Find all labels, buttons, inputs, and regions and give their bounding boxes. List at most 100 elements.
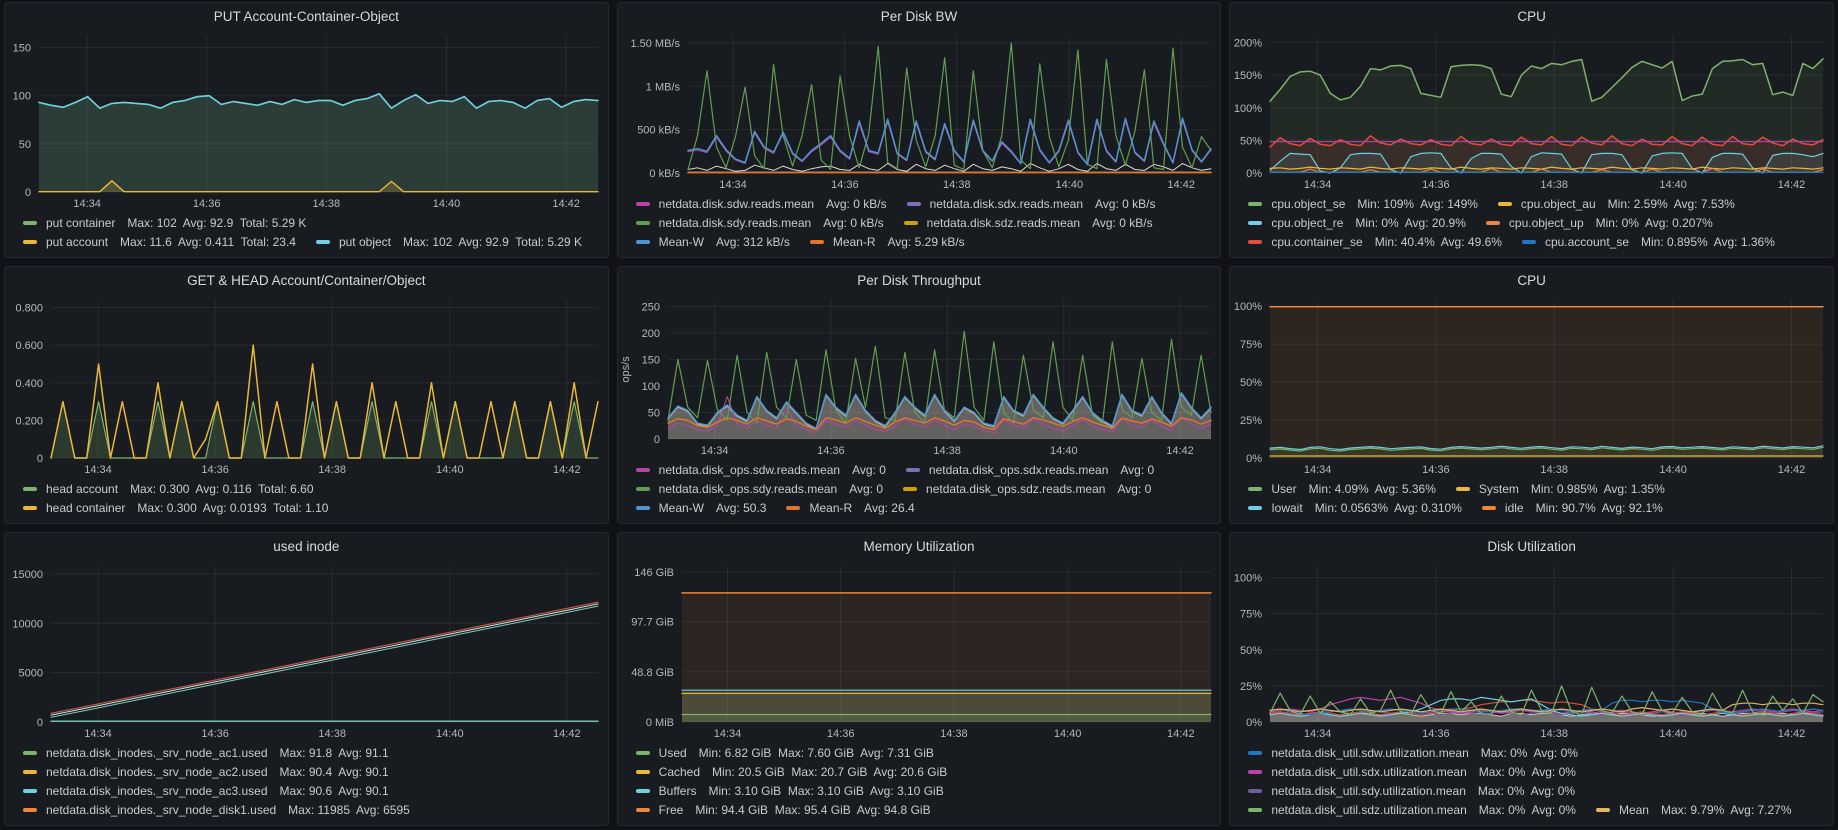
legend-item[interactable]: BuffersMin: 3.10 GiB Max: 3.10 GiB Avg: … — [636, 784, 944, 798]
legend-color-swatch[interactable] — [316, 240, 330, 244]
legend-series-name[interactable]: cpu.object_au — [1521, 197, 1596, 211]
legend-color-swatch[interactable] — [1456, 487, 1470, 491]
panel-title[interactable]: Per Disk Throughput — [618, 267, 1221, 294]
legend-item[interactable]: put containerMax: 102 Avg: 92.9 Total: 5… — [23, 216, 306, 230]
legend-color-swatch[interactable] — [1248, 221, 1262, 225]
legend-color-swatch[interactable] — [1498, 202, 1512, 206]
legend-color-swatch[interactable] — [636, 506, 650, 510]
legend-item[interactable]: UserMin: 4.09% Avg: 5.36% — [1248, 482, 1436, 496]
legend-color-swatch[interactable] — [23, 789, 37, 793]
legend-series-name[interactable]: User — [1271, 482, 1296, 496]
legend-item[interactable]: CachedMin: 20.5 GiB Max: 20.7 GiB Avg: 2… — [636, 765, 948, 779]
legend-color-swatch[interactable] — [907, 202, 921, 206]
legend-item[interactable]: netdata.disk_util.sdy.utilization.meanMa… — [1248, 784, 1575, 798]
legend-series-name[interactable]: Mean-W — [659, 235, 704, 249]
legend-series-name[interactable]: netdata.disk_util.sdw.utilization.mean — [1271, 746, 1468, 760]
legend-color-swatch[interactable] — [23, 751, 37, 755]
legend-series-name[interactable]: netdata.disk.sdw.reads.mean — [659, 197, 814, 211]
legend-series-name[interactable]: cpu.object_re — [1271, 216, 1343, 230]
legend-series-name[interactable]: netdata.disk_ops.sdy.reads.mean — [659, 482, 838, 496]
legend-color-swatch[interactable] — [636, 221, 650, 225]
legend-item[interactable]: netdata.disk.sdz.reads.meanAvg: 0 kB/s — [904, 216, 1153, 230]
legend-color-swatch[interactable] — [23, 240, 37, 244]
legend-series-name[interactable]: netdata.disk_inodes._srv_node_ac2.used — [46, 765, 268, 779]
legend-item[interactable]: IowaitMin: 0.0563% Avg: 0.310% — [1248, 501, 1462, 515]
legend-item[interactable]: Mean-RAvg: 26.4 — [786, 501, 914, 515]
legend-color-swatch[interactable] — [1248, 202, 1262, 206]
chart-used-inode[interactable]: 05000100001500014:3414:3614:3814:4014:42 — [5, 560, 608, 742]
legend-color-swatch[interactable] — [1248, 808, 1262, 812]
legend-color-swatch[interactable] — [636, 487, 650, 491]
panel-title[interactable]: CPU — [1230, 3, 1833, 30]
chart-disk-utilization[interactable]: 0%25%50%75%100%14:3414:3614:3814:4014:42 — [1230, 560, 1833, 742]
legend-series-name[interactable]: netdata.disk_util.sdy.utilization.mean — [1271, 784, 1466, 798]
legend-series-name[interactable]: netdata.disk_ops.sdw.reads.mean — [659, 463, 840, 477]
legend-series-name[interactable]: netdata.disk_ops.sdx.reads.mean — [929, 463, 1108, 477]
legend-item[interactable]: SystemMin: 0.985% Avg: 1.35% — [1456, 482, 1665, 496]
legend-color-swatch[interactable] — [1248, 506, 1262, 510]
legend-series-name[interactable]: Mean-R — [809, 501, 852, 515]
legend-series-name[interactable]: netdata.disk_util.sdx.utilization.mean — [1271, 765, 1466, 779]
legend-color-swatch[interactable] — [23, 487, 37, 491]
legend-item[interactable]: FreeMin: 94.4 GiB Max: 95.4 GiB Avg: 94.… — [636, 803, 931, 817]
legend-color-swatch[interactable] — [810, 240, 824, 244]
legend-series-name[interactable]: Cached — [659, 765, 700, 779]
legend-item[interactable]: netdata.disk_util.sdz.utilization.meanMa… — [1248, 803, 1576, 817]
panel-title[interactable]: Per Disk BW — [618, 3, 1221, 30]
legend-item[interactable]: netdata.disk_inodes._srv_node_ac2.usedMa… — [23, 765, 389, 779]
chart-memory-utilization[interactable]: 0 MiB48.8 GiB97.7 GiB146 GiB14:3414:3614… — [618, 560, 1221, 742]
legend-item[interactable]: netdata.disk.sdx.reads.meanAvg: 0 kB/s — [907, 197, 1156, 211]
legend-color-swatch[interactable] — [23, 770, 37, 774]
legend-item[interactable]: cpu.object_reMin: 0% Avg: 20.9% — [1248, 216, 1466, 230]
legend-item[interactable]: netdata.disk_ops.sdw.reads.meanAvg: 0 — [636, 463, 886, 477]
legend-item[interactable]: UsedMin: 6.82 GiB Max: 7.60 GiB Avg: 7.3… — [636, 746, 934, 760]
legend-series-name[interactable]: netdata.disk.sdx.reads.mean — [930, 197, 1083, 211]
legend-color-swatch[interactable] — [1486, 221, 1500, 225]
legend-series-name[interactable]: cpu.account_se — [1545, 235, 1629, 249]
legend-series-name[interactable]: Mean — [1619, 803, 1649, 817]
chart-cpu-host[interactable]: 0%25%50%75%100%14:3414:3614:3814:4014:42 — [1230, 294, 1833, 478]
legend-color-swatch[interactable] — [636, 468, 650, 472]
legend-color-swatch[interactable] — [1248, 487, 1262, 491]
legend-item[interactable]: netdata.disk_inodes._srv_node_ac3.usedMa… — [23, 784, 389, 798]
legend-color-swatch[interactable] — [904, 221, 918, 225]
legend-item[interactable]: cpu.object_upMin: 0% Avg: 0.207% — [1486, 216, 1713, 230]
legend-series-name[interactable]: netdata.disk.sdz.reads.mean — [927, 216, 1080, 230]
legend-color-swatch[interactable] — [1248, 751, 1262, 755]
legend-color-swatch[interactable] — [786, 506, 800, 510]
legend-series-name[interactable]: netdata.disk_util.sdz.utilization.mean — [1271, 803, 1466, 817]
legend-series-name[interactable]: head account — [46, 482, 118, 496]
legend-item[interactable]: cpu.container_seMin: 40.4% Avg: 49.6% — [1248, 235, 1502, 249]
legend-series-name[interactable]: netdata.disk_inodes._srv_node_disk1.used — [46, 803, 276, 817]
panel-title[interactable]: Disk Utilization — [1230, 533, 1833, 560]
legend-color-swatch[interactable] — [23, 808, 37, 812]
legend-item[interactable]: netdata.disk.sdy.reads.meanAvg: 0 kB/s — [636, 216, 884, 230]
legend-item[interactable]: head containerMax: 0.300 Avg: 0.0193 Tot… — [23, 501, 328, 515]
legend-series-name[interactable]: netdata.disk_inodes._srv_node_ac3.used — [46, 784, 268, 798]
legend-color-swatch[interactable] — [23, 506, 37, 510]
legend-item[interactable]: netdata.disk.sdw.reads.meanAvg: 0 kB/s — [636, 197, 887, 211]
legend-series-name[interactable]: idle — [1505, 501, 1524, 515]
legend-series-name[interactable]: netdata.disk.sdy.reads.mean — [659, 216, 812, 230]
legend-color-swatch[interactable] — [23, 221, 37, 225]
legend-color-swatch[interactable] — [906, 468, 920, 472]
legend-series-name[interactable]: netdata.disk_inodes._srv_node_ac1.used — [46, 746, 268, 760]
legend-series-name[interactable]: put account — [46, 235, 108, 249]
chart-cpu-services[interactable]: 0%50%100%150%200%14:3414:3614:3814:4014:… — [1230, 30, 1833, 193]
legend-series-name[interactable]: Free — [659, 803, 684, 817]
panel-title[interactable]: GET & HEAD Account/Container/Object — [5, 267, 608, 294]
legend-color-swatch[interactable] — [1248, 240, 1262, 244]
legend-color-swatch[interactable] — [1248, 770, 1262, 774]
legend-item[interactable]: cpu.object_auMin: 2.59% Avg: 7.53% — [1498, 197, 1735, 211]
legend-item[interactable]: put objectMax: 102 Avg: 92.9 Total: 5.29… — [316, 235, 582, 249]
legend-item[interactable]: idleMin: 90.7% Avg: 92.1% — [1482, 501, 1663, 515]
legend-item[interactable]: Mean-RAvg: 5.29 kB/s — [810, 235, 965, 249]
legend-color-swatch[interactable] — [903, 487, 917, 491]
panel-title[interactable]: Memory Utilization — [618, 533, 1221, 560]
legend-color-swatch[interactable] — [636, 751, 650, 755]
legend-color-swatch[interactable] — [1248, 789, 1262, 793]
legend-color-swatch[interactable] — [1522, 240, 1536, 244]
legend-series-name[interactable]: System — [1479, 482, 1519, 496]
legend-series-name[interactable]: Used — [659, 746, 687, 760]
legend-color-swatch[interactable] — [1596, 808, 1610, 812]
